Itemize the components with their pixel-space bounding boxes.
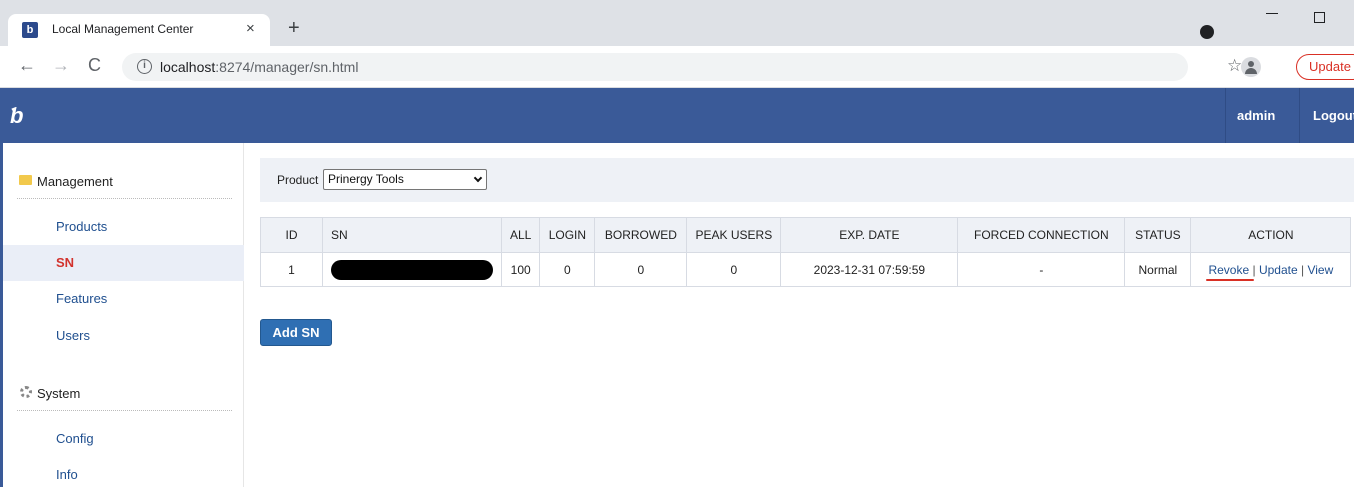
column-header: LOGIN — [539, 217, 596, 253]
sidebar-item-config[interactable]: Config — [3, 421, 244, 457]
minimize-icon[interactable] — [1266, 2, 1278, 14]
gear-icon — [20, 386, 32, 398]
cell-actions: Revoke | Update | View — [1190, 252, 1352, 287]
forward-icon[interactable]: → — [52, 55, 70, 76]
sidebar-item-products[interactable]: Products — [3, 209, 244, 245]
column-header: ID — [260, 217, 323, 253]
new-tab-button[interactable]: + — [288, 17, 300, 40]
column-header: FORCED CONNECTION — [957, 217, 1126, 253]
cell-sn — [322, 252, 502, 287]
site-info-icon[interactable]: i — [137, 59, 152, 74]
add-sn-button[interactable]: Add SN — [260, 319, 332, 346]
browser-profile-icon[interactable] — [1200, 25, 1214, 39]
sidebar-item-features[interactable]: Features — [3, 281, 244, 317]
cell-borrowed: 0 — [594, 252, 688, 287]
sidebar-group-system[interactable]: System — [37, 386, 80, 401]
tab-title[interactable]: Local Management Center — [52, 22, 193, 36]
reload-icon[interactable]: C — [88, 55, 101, 76]
column-header: BORROWED — [594, 217, 688, 253]
cell-peak-users: 0 — [686, 252, 782, 287]
browser-update-button[interactable]: Update — [1296, 54, 1354, 80]
highlight-underline — [1206, 278, 1255, 281]
action-separator: | — [1252, 262, 1256, 277]
revoke-wrapper: Revoke — [1206, 263, 1255, 281]
logout-link[interactable]: Logout — [1313, 108, 1354, 123]
cell-login: 0 — [539, 252, 596, 287]
site-favicon-icon: b — [22, 22, 38, 38]
column-header: ALL — [500, 217, 541, 253]
update-link[interactable]: Update — [1259, 263, 1298, 277]
app-logo[interactable]: ƅ — [10, 103, 23, 129]
view-link[interactable]: View — [1307, 263, 1333, 277]
header-divider — [1225, 88, 1226, 143]
account-avatar-icon[interactable] — [1241, 57, 1261, 77]
column-header: SN — [322, 217, 502, 253]
column-header: PEAK USERS — [686, 217, 782, 253]
column-header: EXP. DATE — [780, 217, 959, 253]
action-separator: | — [1301, 262, 1305, 277]
header-divider — [1299, 88, 1300, 143]
cell-exp-date: 2023-12-31 07:59:59 — [780, 252, 959, 287]
column-header: ACTION — [1190, 217, 1352, 253]
url-text[interactable]: localhost:8274/manager/sn.html — [160, 59, 358, 75]
table-header-row: ID SN ALL LOGIN BORROWED PEAK USERS EXP.… — [260, 217, 1352, 253]
sidebar-item-sn[interactable]: SN — [3, 245, 244, 281]
back-icon[interactable]: ← — [18, 55, 36, 76]
table-row: 1 100 0 0 0 2023-12-31 07:59:59 - Normal… — [260, 252, 1352, 287]
cell-status: Normal — [1124, 252, 1192, 287]
product-select[interactable]: Prinergy Tools — [323, 169, 487, 190]
sidebar-item-info[interactable]: Info — [3, 457, 244, 493]
sn-table: ID SN ALL LOGIN BORROWED PEAK USERS EXP.… — [260, 217, 1352, 287]
bookmark-star-icon[interactable]: ☆ — [1227, 56, 1242, 76]
cell-id: 1 — [260, 252, 323, 287]
revoke-link[interactable]: Revoke — [1208, 263, 1249, 277]
product-label: Product — [277, 173, 319, 187]
cell-forced-connection: - — [957, 252, 1126, 287]
sidebar-group-management[interactable]: Management — [37, 174, 113, 189]
column-header: STATUS — [1124, 217, 1192, 253]
sidebar-divider — [17, 198, 232, 199]
sidebar-item-users[interactable]: Users — [3, 318, 244, 354]
maximize-icon[interactable] — [1314, 12, 1325, 23]
product-select-value: Prinergy Tools — [328, 172, 404, 186]
cell-all: 100 — [500, 252, 541, 287]
current-user[interactable]: admin — [1237, 108, 1275, 123]
app-header — [0, 88, 1354, 143]
sidebar-divider — [17, 410, 232, 411]
tab-close-icon[interactable]: × — [246, 20, 255, 37]
redacted-serial — [331, 259, 493, 280]
chevron-down-icon — [473, 173, 483, 183]
folder-icon — [19, 175, 32, 185]
